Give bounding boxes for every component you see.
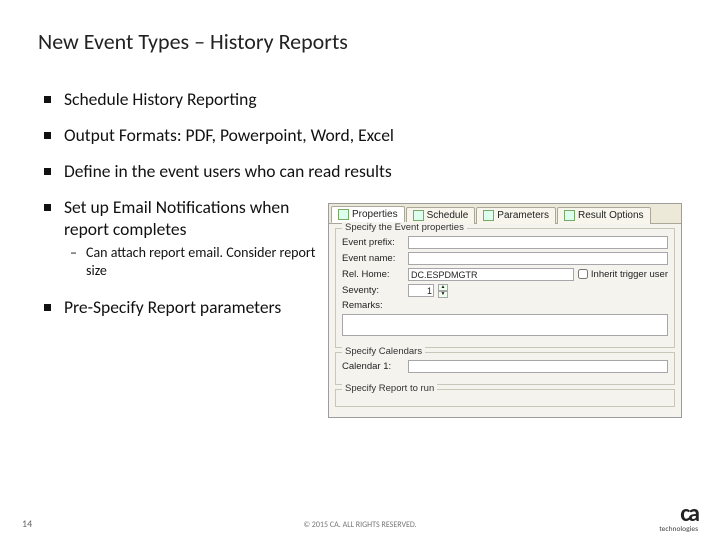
tab-result-options[interactable]: Result Options xyxy=(557,207,651,224)
label-rel-home: Rel. Home: xyxy=(342,269,404,280)
group-calendars-legend: Specify Calendars xyxy=(342,346,425,357)
result-options-icon xyxy=(564,210,575,221)
subbullet-attach-report: Can attach report email. Consider report… xyxy=(64,244,318,279)
checkbox-inherit-trigger[interactable]: Inherit trigger user xyxy=(578,269,668,280)
tab-schedule-label: Schedule xyxy=(427,210,469,221)
bullet-pre-specify: Pre-Specify Report parameters xyxy=(38,297,318,319)
group-event-legend: Specify the Event properties xyxy=(342,222,467,233)
label-seventy: Seventy: xyxy=(342,285,404,296)
schedule-icon xyxy=(413,210,424,221)
group-report: Specify Report to run xyxy=(335,389,675,407)
input-seventy[interactable]: 1 xyxy=(408,284,434,297)
bullet-email-notifications: Set up Email Notifications when report c… xyxy=(38,197,318,280)
slide-title: New Event Types – History Reports xyxy=(38,28,682,55)
bullet-output-formats: Output Formats: PDF, Powerpoint, Word, E… xyxy=(38,125,682,147)
stepper-up-icon[interactable]: ▲ xyxy=(438,284,448,291)
bullet-schedule-history: Schedule History Reporting xyxy=(38,89,682,111)
properties-icon xyxy=(338,209,349,220)
bullet-email-text: Set up Email Notifications when report c… xyxy=(64,196,289,240)
tab-bar: Properties Schedule Parameters Result Op… xyxy=(329,204,681,224)
copyright: © 2015 CA. ALL RIGHTS RESERVED. xyxy=(0,520,720,530)
textarea-remarks[interactable] xyxy=(342,314,668,336)
event-dialog: Properties Schedule Parameters Result Op… xyxy=(328,203,682,418)
tab-properties[interactable]: Properties xyxy=(331,206,405,223)
checkbox-inherit-label: Inherit trigger user xyxy=(591,269,668,280)
ca-logo: ca technologies xyxy=(659,503,698,534)
tab-parameters[interactable]: Parameters xyxy=(476,207,556,224)
input-rel-home[interactable]: DC.ESPDMGTR xyxy=(408,268,574,281)
input-calendar1[interactable] xyxy=(408,360,668,373)
stepper-down-icon[interactable]: ▼ xyxy=(438,291,448,298)
label-event-name: Event name: xyxy=(342,253,404,264)
input-event-name[interactable] xyxy=(408,252,668,265)
tab-result-options-label: Result Options xyxy=(578,210,644,221)
input-event-prefix[interactable] xyxy=(408,236,668,249)
logo-tagline: technologies xyxy=(659,525,698,534)
checkbox-inherit-input[interactable] xyxy=(578,269,588,279)
group-calendars: Specify Calendars Calendar 1: xyxy=(335,352,675,385)
label-remarks: Remarks: xyxy=(342,300,404,311)
label-calendar1: Calendar 1: xyxy=(342,361,404,372)
group-event-properties: Specify the Event properties Event prefi… xyxy=(335,228,675,348)
tab-properties-label: Properties xyxy=(352,209,398,220)
bullet-define-users: Define in the event users who can read r… xyxy=(38,161,682,183)
label-event-prefix: Event prefix: xyxy=(342,237,404,248)
stepper-seventy[interactable]: ▲▼ xyxy=(438,284,448,297)
logo-text: ca xyxy=(680,503,698,525)
group-report-legend: Specify Report to run xyxy=(342,383,437,394)
parameters-icon xyxy=(483,210,494,221)
tab-parameters-label: Parameters xyxy=(497,210,549,221)
